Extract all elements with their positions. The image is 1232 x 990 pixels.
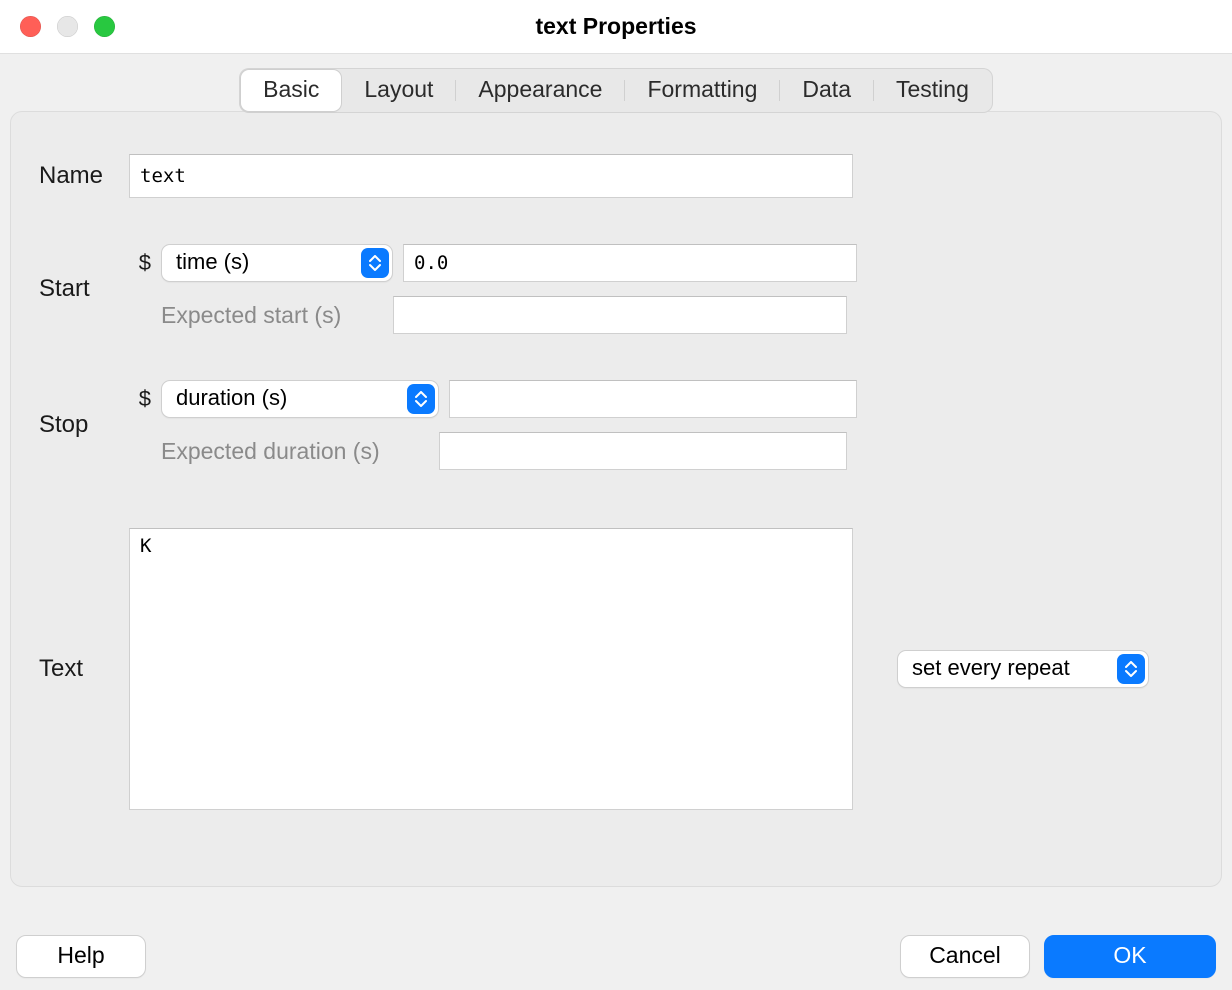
- expected-start-input[interactable]: [393, 296, 847, 334]
- update-mode-select[interactable]: set every repeat: [897, 650, 1149, 688]
- window-title: text Properties: [0, 13, 1232, 40]
- dropdown-stepper-icon: [1117, 654, 1145, 684]
- dropdown-stepper-icon: [361, 248, 389, 278]
- text-textarea[interactable]: [129, 528, 853, 810]
- start-label: Start: [39, 275, 129, 303]
- text-row: Text set every repeat: [39, 528, 1193, 810]
- close-window-button[interactable]: [20, 16, 41, 37]
- tab-layout[interactable]: Layout: [342, 70, 455, 111]
- zoom-window-button[interactable]: [94, 16, 115, 37]
- stop-mode-select[interactable]: duration (s): [161, 380, 439, 418]
- start-code-prefix: $: [129, 250, 151, 276]
- tabbar: Basic Layout Appearance Formatting Data …: [0, 54, 1232, 113]
- minimize-window-button[interactable]: [57, 16, 78, 37]
- update-mode-value: set every repeat: [912, 655, 1070, 681]
- stop-mode-value: duration (s): [176, 385, 287, 411]
- tab-data[interactable]: Data: [780, 70, 873, 111]
- cancel-button[interactable]: Cancel: [900, 935, 1030, 978]
- properties-panel: Name Start $ time (s) Expected start (s): [10, 111, 1222, 887]
- text-label: Text: [39, 655, 129, 683]
- start-mode-value: time (s): [176, 249, 249, 275]
- ok-button[interactable]: OK: [1044, 935, 1216, 978]
- start-value-input[interactable]: [403, 244, 857, 282]
- name-row: Name: [39, 154, 1193, 198]
- name-label: Name: [39, 162, 129, 190]
- stop-label: Stop: [39, 411, 129, 439]
- expected-start-label: Expected start (s): [161, 302, 383, 329]
- tab-formatting[interactable]: Formatting: [625, 70, 779, 111]
- stop-value-input[interactable]: [449, 380, 857, 418]
- tab-basic[interactable]: Basic: [241, 70, 341, 111]
- help-button[interactable]: Help: [16, 935, 146, 978]
- expected-duration-label: Expected duration (s): [161, 438, 429, 465]
- titlebar: text Properties: [0, 0, 1232, 54]
- dropdown-stepper-icon: [407, 384, 435, 414]
- dialog-footer: Help Cancel OK: [0, 935, 1232, 978]
- name-input[interactable]: [129, 154, 853, 198]
- start-mode-select[interactable]: time (s): [161, 244, 393, 282]
- tab-segment: Basic Layout Appearance Formatting Data …: [239, 68, 993, 113]
- stop-code-prefix: $: [129, 386, 151, 412]
- expected-duration-input[interactable]: [439, 432, 847, 470]
- tab-appearance[interactable]: Appearance: [456, 70, 624, 111]
- traffic-lights: [0, 16, 115, 37]
- stop-group: Stop $ duration (s) Expected duration (s…: [39, 380, 1193, 470]
- tab-testing[interactable]: Testing: [874, 70, 991, 111]
- start-group: Start $ time (s) Expected start (s): [39, 244, 1193, 334]
